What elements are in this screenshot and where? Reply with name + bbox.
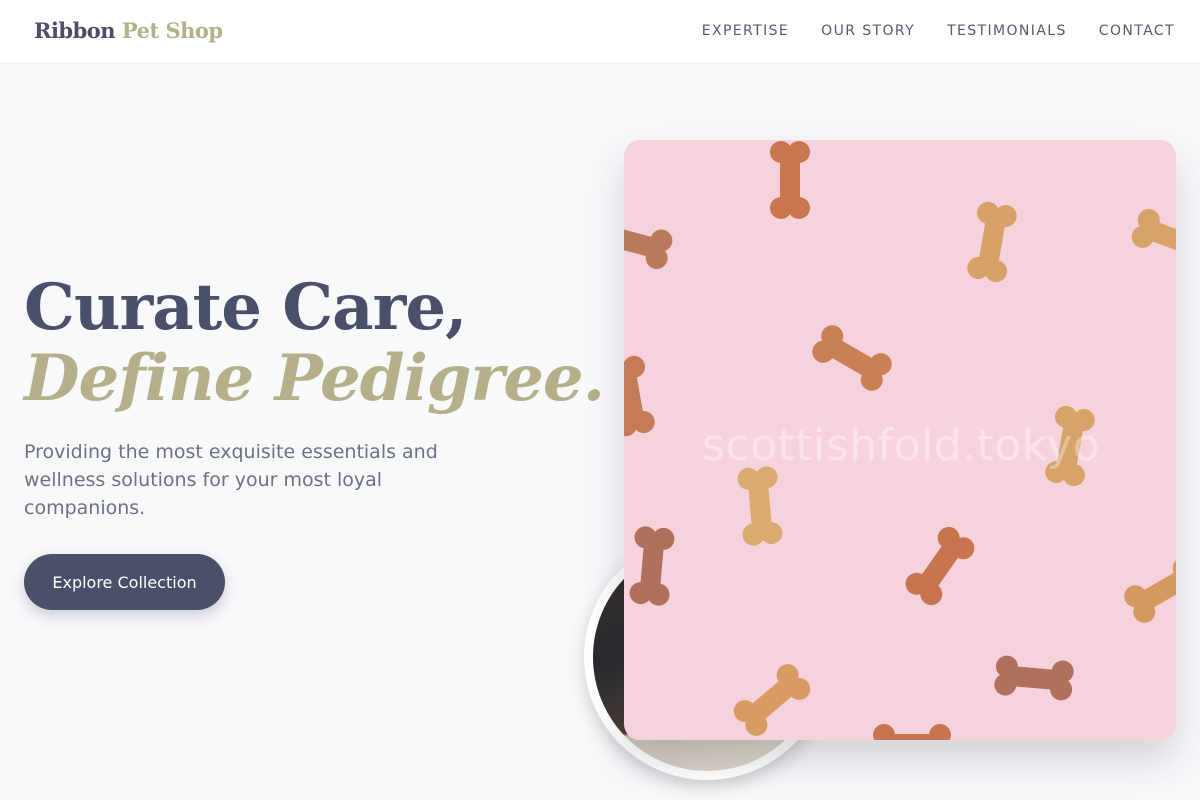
nav-expertise[interactable]: EXPERTISE — [702, 23, 789, 39]
nav-contact[interactable]: CONTACT — [1099, 23, 1175, 39]
hero-title-line1: Curate Care, — [24, 270, 467, 345]
image-watermark: scottishfold.tokyo — [702, 420, 1101, 471]
logo[interactable]: Ribbon Pet Shop — [34, 18, 223, 43]
hero-subtitle: Providing the most exquisite essentials … — [24, 441, 438, 519]
nav-our-story[interactable]: OUR STORY — [821, 23, 915, 39]
hero-image: scottishfold.tokyo — [624, 140, 1176, 740]
explore-collection-button[interactable]: Explore Collection — [24, 554, 225, 610]
main-nav: EXPERTISE OUR STORY TESTIMONIALS CONTACT — [702, 23, 1175, 39]
hero-title-line2: Define Pedigree. — [24, 341, 605, 416]
nav-testimonials[interactable]: TESTIMONIALS — [947, 23, 1067, 39]
site-header: Ribbon Pet Shop EXPERTISE OUR STORY TEST… — [0, 0, 1200, 64]
logo-primary: Ribbon — [34, 18, 116, 43]
logo-accent: Pet Shop — [121, 18, 223, 43]
